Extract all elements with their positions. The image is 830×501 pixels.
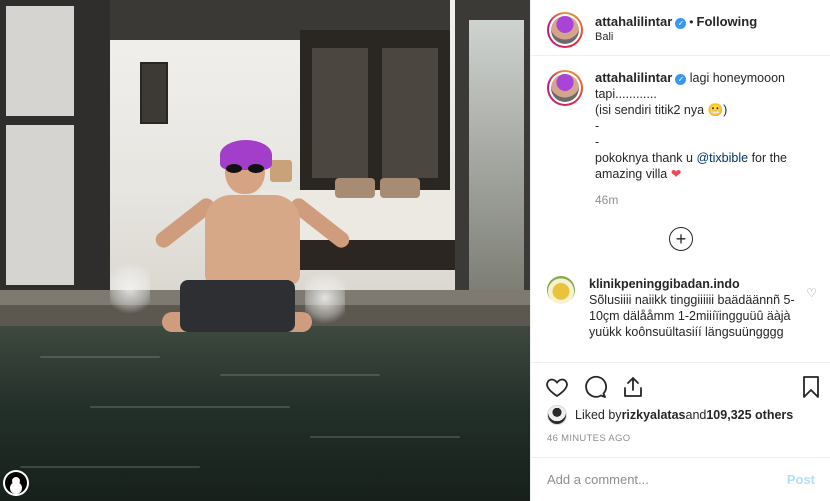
sunglasses [224,164,266,174]
liker-avatar[interactable] [547,405,567,425]
likes-summary: Liked by rizkyalatas and 109,325 others [547,405,793,425]
separator-dot: • [689,15,694,29]
bookmark-icon[interactable] [799,375,823,399]
likes-prefix: Liked by [575,408,622,422]
comment-avatar[interactable] [547,276,575,304]
share-icon[interactable] [621,375,645,399]
verified-icon: ✓ [675,74,687,85]
comment-username[interactable]: klinikpeninggibadan.indo [589,276,804,292]
caption-line: - [595,135,600,149]
caption-time[interactable]: 46m [595,192,814,208]
door-left [0,0,110,300]
mention-link[interactable]: @tixbible [696,151,748,165]
caption-line: tapi............ [595,87,657,101]
water-splash [110,258,150,318]
water-splash [305,268,345,328]
plus-circle-icon[interactable]: + [669,227,693,251]
verified-icon: ✓ [675,18,687,29]
avatar[interactable] [547,12,583,48]
location-link[interactable]: Bali [595,31,757,43]
comment-text: Sõlusiiii naiikk tinggiiiiii baädäännñ 5… [589,293,795,339]
caption-line: pokoknya thank u [595,151,697,165]
header-username[interactable]: attahalilintar [595,14,672,29]
liker-username[interactable]: rizkyalatas [622,408,686,422]
post-timestamp[interactable]: 46 MINUTES AGO [547,433,630,444]
caption-line: lagi honeymooon [689,71,785,85]
caption-line: (isi sendiri titik2 nya 😬) [595,103,728,117]
heart-icon[interactable] [545,375,569,399]
post-side-panel: attahalilintar ✓ • Following Bali attahalil… [530,0,830,501]
lamp [270,160,292,182]
door-right [455,0,530,310]
comment-icon[interactable] [583,375,607,399]
caption-line: - [595,119,600,133]
caption-username[interactable]: attahalilintar [595,70,672,85]
wardrobe [300,30,450,190]
caption-avatar[interactable] [547,70,583,106]
following-button[interactable]: Following [697,14,758,29]
caption: attahalilintar ✓ lagi honeymooon tapi....… [531,56,830,208]
action-bar [531,362,830,406]
post-button[interactable]: Post [787,472,815,487]
caption-line: amazing villa [595,167,671,181]
post-header: attahalilintar ✓ • Following Bali [531,0,830,56]
comment-input[interactable]: Add a comment... [547,472,787,487]
add-comment-bar: Add a comment... Post [531,457,830,501]
pool-water [0,326,530,501]
comment-item: klinikpeninggibadan.indo Sõlusiiii naiik… [547,276,817,340]
heart-emoji: ❤ [670,167,682,181]
caption-line: for the [751,151,787,165]
tagged-user-icon[interactable] [3,470,29,496]
post-photo[interactable] [0,0,530,501]
wall-frame [140,62,168,124]
comment-heart-icon[interactable]: ♡ [806,286,817,300]
likes-middle: and [685,408,707,422]
likes-count[interactable]: 109,325 others [706,408,793,422]
